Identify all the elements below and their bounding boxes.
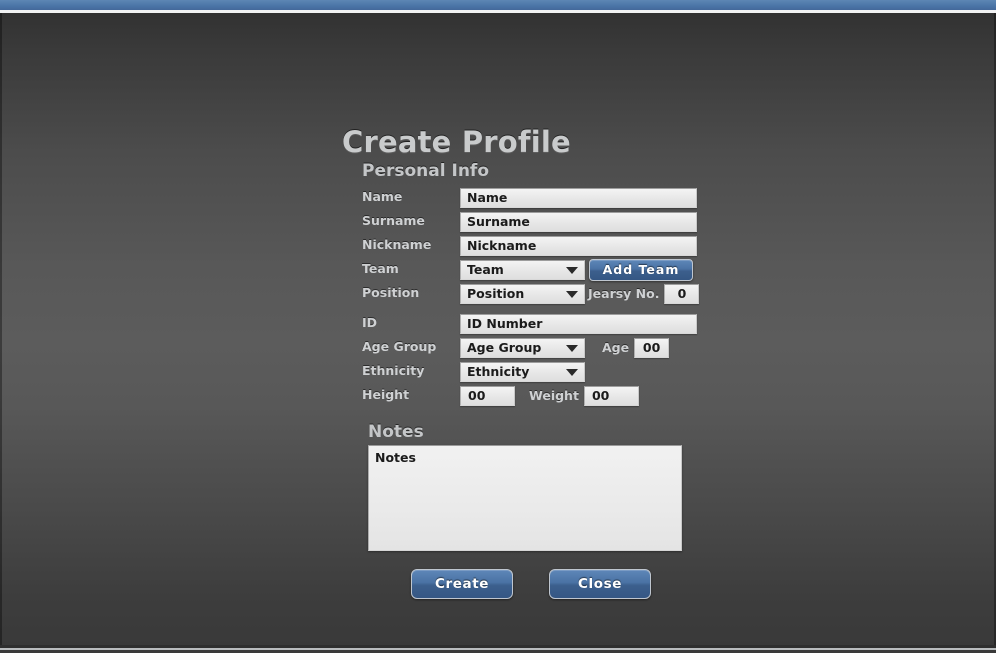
window-footer-line bbox=[0, 648, 996, 650]
label-surname: Surname bbox=[362, 213, 425, 229]
form-row-position: Position Position Jearsy No. 0 bbox=[342, 282, 702, 305]
label-id: ID bbox=[362, 315, 378, 331]
name-input[interactable]: Name bbox=[460, 187, 697, 208]
window-edge-left bbox=[0, 13, 2, 647]
label-weight: Weight bbox=[529, 388, 579, 403]
add-team-button[interactable]: Add Team bbox=[589, 258, 693, 281]
label-nickname: Nickname bbox=[362, 237, 432, 253]
page-title: Create Profile bbox=[342, 125, 571, 159]
label-jearsy-no: Jearsy No. bbox=[588, 286, 660, 301]
form-row-nickname: Nickname Nickname bbox=[342, 234, 702, 257]
form-row-id: ID ID Number bbox=[342, 312, 702, 335]
ethnicity-select-wrapper: Ethnicity bbox=[460, 361, 585, 382]
section-title-notes: Notes bbox=[368, 422, 424, 442]
notes-textarea[interactable]: Notes bbox=[368, 445, 682, 551]
age-group-select[interactable]: Age Group bbox=[460, 337, 585, 358]
team-select[interactable]: Team bbox=[460, 259, 585, 280]
create-button[interactable]: Create bbox=[411, 569, 513, 599]
team-select-wrapper: Team bbox=[460, 259, 585, 280]
form-row-height-weight: Height 00 Weight 00 bbox=[342, 384, 702, 407]
label-team: Team bbox=[362, 261, 399, 277]
form-row-age-group: Age Group Age Group Age 00 bbox=[342, 336, 702, 359]
weight-input[interactable]: 00 bbox=[583, 385, 639, 406]
form-row-ethnicity: Ethnicity Ethnicity bbox=[342, 360, 702, 383]
age-input[interactable]: 00 bbox=[634, 337, 670, 358]
label-age: Age bbox=[602, 340, 630, 355]
form-row-name: Name Name bbox=[342, 186, 702, 209]
create-profile-dialog: Create Profile Personal Info Name Name S… bbox=[342, 128, 702, 599]
label-position: Position bbox=[362, 285, 420, 301]
nickname-input[interactable]: Nickname bbox=[460, 235, 697, 256]
label-age-group: Age Group bbox=[362, 339, 437, 355]
ethnicity-select[interactable]: Ethnicity bbox=[460, 361, 585, 382]
jearsy-no-input[interactable]: 0 bbox=[664, 283, 700, 304]
form-row-surname: Surname Surname bbox=[342, 210, 702, 233]
age-group-select-wrapper: Age Group bbox=[460, 337, 585, 358]
form-row-team: Team Team Add Team bbox=[342, 258, 702, 281]
label-height: Height bbox=[362, 387, 410, 403]
position-select[interactable]: Position bbox=[460, 283, 585, 304]
close-button[interactable]: Close bbox=[549, 569, 651, 599]
height-input[interactable]: 00 bbox=[460, 385, 515, 406]
section-title-personal-info: Personal Info bbox=[362, 161, 489, 181]
dialog-footer: Create Close bbox=[342, 569, 702, 599]
window-titlebar bbox=[0, 0, 996, 10]
personal-info-form: Name Name Surname Surname Nickname Nickn… bbox=[342, 186, 702, 407]
application-window: Create Profile Personal Info Name Name S… bbox=[0, 0, 996, 653]
position-select-wrapper: Position bbox=[460, 283, 585, 304]
label-ethnicity: Ethnicity bbox=[362, 363, 425, 379]
label-name: Name bbox=[362, 189, 403, 205]
id-number-input[interactable]: ID Number bbox=[460, 313, 697, 334]
surname-input[interactable]: Surname bbox=[460, 211, 697, 232]
